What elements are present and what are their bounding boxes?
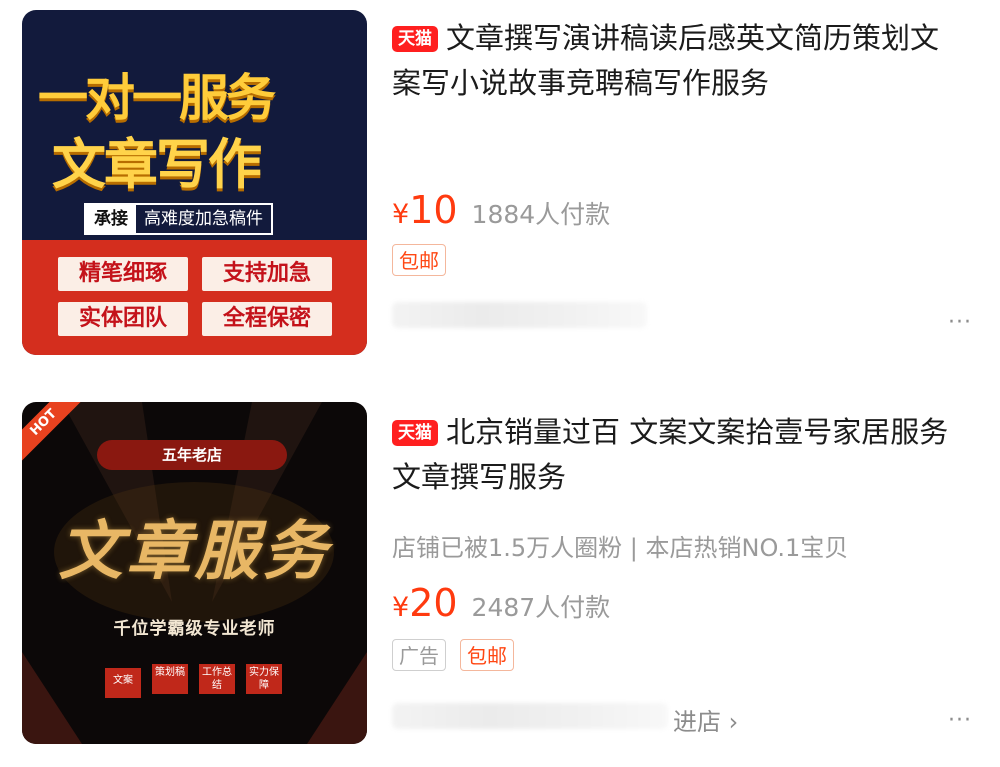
sales-count: 2487人付款 [471, 593, 611, 622]
thumbnail-headline: 文章服务 [58, 514, 331, 589]
thumbnail-tagline: 承接 高难度加急稿件 [84, 203, 273, 235]
shop-name-blurred [392, 703, 668, 729]
thumbnail-headline-2: 文章写作 [52, 133, 262, 196]
thumbnail-box: 策划稿 [152, 664, 188, 694]
product-card-2[interactable]: HOT 五年老店 文章服务 千位学霸级专业老师 文案 策划稿 工作总结 实力保障… [0, 390, 1000, 767]
product-title[interactable]: 天猫 北京销量过百 文案文案拾壹号家居服务 文章撰写服务 [392, 410, 967, 500]
thumbnail-feature-panel: 精笔细琢 支持加急 实体团队 全程保密 [22, 240, 367, 355]
more-icon[interactable]: ··· [948, 708, 972, 733]
price-row: ¥10 1884人付款 [392, 190, 610, 235]
product-thumbnail-2[interactable]: HOT 五年老店 文章服务 千位学霸级专业老师 文案 策划稿 工作总结 实力保障 [22, 402, 367, 744]
thumbnail-subtitle: 千位学霸级专业老师 [113, 619, 276, 639]
price-value: 10 [409, 188, 458, 232]
thumbnail-store-pill: 五年老店 [97, 440, 287, 470]
currency-symbol: ¥ [392, 199, 410, 230]
thumbnail-feature: 支持加急 [202, 257, 332, 291]
product-title[interactable]: 天猫 文章撰写演讲稿读后感英文简历策划文案写小说故事竞聘稿写作服务 [392, 16, 967, 106]
product-title-text: 北京销量过百 文案文案拾壹号家居服务 文章撰写服务 [392, 415, 949, 494]
price-row: ¥20 2487人付款 [392, 583, 610, 628]
currency-symbol: ¥ [392, 592, 410, 623]
product-card-1[interactable]: 一对一服务 文章写作 承接 高难度加急稿件 精笔细琢 支持加急 实体团队 全程保… [0, 0, 1000, 375]
free-shipping-tag: 包邮 [460, 639, 514, 671]
ad-tag: 广告 [392, 639, 446, 671]
thumbnail-feature: 精笔细琢 [58, 257, 188, 291]
sales-count: 1884人付款 [471, 200, 611, 229]
thumbnail-feature: 全程保密 [202, 302, 332, 336]
product-title-text: 文章撰写演讲稿读后感英文简历策划文案写小说故事竞聘稿写作服务 [392, 21, 940, 100]
more-icon[interactable]: ··· [948, 310, 972, 335]
free-shipping-tag: 包邮 [392, 244, 446, 276]
shop-info: 店铺已被1.5万人圈粉 | 本店热销NO.1宝贝 [392, 534, 849, 562]
thumbnail-feature: 实体团队 [58, 302, 188, 336]
thumbnail-tag-a: 承接 [86, 205, 136, 233]
thumbnail-tag-b: 高难度加急稿件 [144, 209, 263, 229]
tmall-badge: 天猫 [392, 26, 438, 52]
thumbnail-box: 文案 [105, 668, 141, 698]
thumbnail-box: 工作总结 [199, 664, 235, 694]
enter-shop-link[interactable]: 进店 › [673, 702, 738, 737]
price-value: 20 [409, 581, 458, 625]
tmall-badge: 天猫 [392, 420, 438, 446]
shop-name-blurred [392, 302, 647, 328]
thumbnail-box: 实力保障 [246, 664, 282, 694]
product-thumbnail-1[interactable]: 一对一服务 文章写作 承接 高难度加急稿件 精笔细琢 支持加急 实体团队 全程保… [22, 10, 367, 355]
